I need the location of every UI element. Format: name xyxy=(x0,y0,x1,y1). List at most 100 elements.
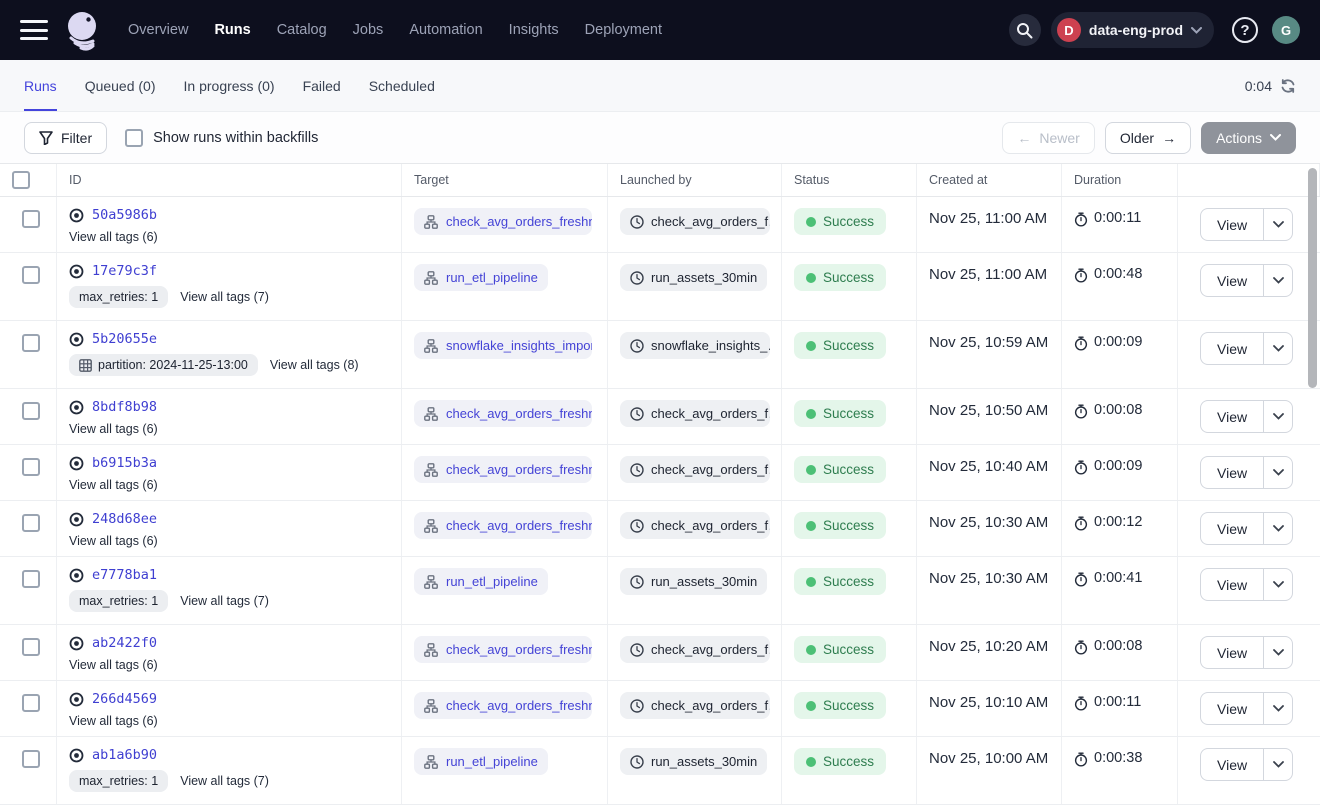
target-pill[interactable]: check_avg_orders_freshne xyxy=(414,208,592,235)
run-id-link[interactable]: ab2422f0 xyxy=(92,635,157,651)
nav-item-overview[interactable]: Overview xyxy=(128,22,188,38)
view-dropdown-button[interactable] xyxy=(1263,264,1293,297)
target-pill[interactable]: run_etl_pipeline xyxy=(414,568,548,595)
launched-by-pill[interactable]: run_assets_30min xyxy=(620,568,767,595)
row-checkbox[interactable] xyxy=(22,570,40,588)
target-pill[interactable]: check_avg_orders_freshne xyxy=(414,456,592,483)
target-pill[interactable]: check_avg_orders_freshne xyxy=(414,636,592,663)
help-icon[interactable]: ? xyxy=(1232,17,1258,43)
view-button[interactable]: View xyxy=(1200,332,1263,365)
view-button[interactable]: View xyxy=(1200,636,1263,669)
row-checkbox[interactable] xyxy=(22,402,40,420)
run-tag-pill[interactable]: max_retries: 1 xyxy=(69,590,168,612)
row-checkbox[interactable] xyxy=(22,750,40,768)
view-all-tags-link[interactable]: View all tags (6) xyxy=(69,478,158,492)
view-button[interactable]: View xyxy=(1200,400,1263,433)
view-dropdown-button[interactable] xyxy=(1263,568,1293,601)
target-pill[interactable]: check_avg_orders_freshne xyxy=(414,692,592,719)
older-button[interactable]: Older → xyxy=(1105,122,1191,154)
tab-in-progress[interactable]: In progress (0) xyxy=(184,60,275,111)
view-button[interactable]: View xyxy=(1200,692,1263,725)
row-checkbox[interactable] xyxy=(22,694,40,712)
row-checkbox[interactable] xyxy=(22,210,40,228)
menu-icon[interactable] xyxy=(20,20,48,40)
target-pill[interactable]: snowflake_insights_import xyxy=(414,332,592,359)
view-dropdown-button[interactable] xyxy=(1263,456,1293,489)
view-all-tags-link[interactable]: View all tags (7) xyxy=(180,290,269,304)
launched-by-pill[interactable]: check_avg_orders_f… xyxy=(620,512,770,539)
newer-button[interactable]: ← Newer xyxy=(1002,122,1094,154)
launched-by-pill[interactable]: check_avg_orders_f… xyxy=(620,208,770,235)
view-all-tags-link[interactable]: View all tags (7) xyxy=(180,774,269,788)
nav-item-runs[interactable]: Runs xyxy=(214,22,250,38)
target-pill[interactable]: check_avg_orders_freshne xyxy=(414,400,592,427)
view-dropdown-button[interactable] xyxy=(1263,748,1293,781)
launched-by-pill[interactable]: run_assets_30min xyxy=(620,748,767,775)
search-button[interactable] xyxy=(1009,14,1041,46)
view-all-tags-link[interactable]: View all tags (6) xyxy=(69,422,158,436)
select-all-checkbox[interactable] xyxy=(12,171,30,189)
view-all-tags-link[interactable]: View all tags (6) xyxy=(69,230,158,244)
launched-by-pill[interactable]: check_avg_orders_f… xyxy=(620,400,770,427)
launched-by-pill[interactable]: run_assets_30min xyxy=(620,264,767,291)
run-id-link[interactable]: b6915b3a xyxy=(92,455,157,471)
target-pill[interactable]: run_etl_pipeline xyxy=(414,264,548,291)
run-id-link[interactable]: ab1a6b90 xyxy=(92,747,157,763)
launched-by-pill[interactable]: snowflake_insights_… xyxy=(620,332,770,359)
nav-item-deployment[interactable]: Deployment xyxy=(585,22,662,38)
nav-item-jobs[interactable]: Jobs xyxy=(353,22,384,38)
launched-by-pill[interactable]: check_avg_orders_f… xyxy=(620,692,770,719)
nav-item-insights[interactable]: Insights xyxy=(509,22,559,38)
dagster-logo-icon[interactable] xyxy=(62,8,106,52)
view-button[interactable]: View xyxy=(1200,748,1263,781)
tab-scheduled[interactable]: Scheduled xyxy=(369,60,435,111)
view-button[interactable]: View xyxy=(1200,456,1263,489)
filter-button[interactable]: Filter xyxy=(24,122,107,154)
backfills-checkbox[interactable] xyxy=(125,129,143,147)
view-all-tags-link[interactable]: View all tags (6) xyxy=(69,714,158,728)
view-button[interactable]: View xyxy=(1200,264,1263,297)
view-all-tags-link[interactable]: View all tags (7) xyxy=(180,594,269,608)
run-tag-pill[interactable]: partition: 2024-11-25-13:00 xyxy=(69,354,258,376)
view-dropdown-button[interactable] xyxy=(1263,636,1293,669)
nav-item-catalog[interactable]: Catalog xyxy=(277,22,327,38)
row-checkbox[interactable] xyxy=(22,334,40,352)
run-tag-pill[interactable]: max_retries: 1 xyxy=(69,286,168,308)
row-checkbox[interactable] xyxy=(22,266,40,284)
target-pill[interactable]: run_etl_pipeline xyxy=(414,748,548,775)
run-id-link[interactable]: 8bdf8b98 xyxy=(92,399,157,415)
tab-queued[interactable]: Queued (0) xyxy=(85,60,156,111)
view-dropdown-button[interactable] xyxy=(1263,208,1293,241)
run-id-link[interactable]: 5b20655e xyxy=(92,331,157,347)
launched-by-pill[interactable]: check_avg_orders_f… xyxy=(620,636,770,663)
run-id-link[interactable]: 17e79c3f xyxy=(92,263,157,279)
view-button[interactable]: View xyxy=(1200,208,1263,241)
run-id-link[interactable]: 248d68ee xyxy=(92,511,157,527)
run-id-link[interactable]: 50a5986b xyxy=(92,207,157,223)
view-dropdown-button[interactable] xyxy=(1263,332,1293,365)
actions-button[interactable]: Actions xyxy=(1201,122,1296,154)
refresh-icon[interactable] xyxy=(1280,78,1296,94)
row-checkbox[interactable] xyxy=(22,514,40,532)
nav-item-automation[interactable]: Automation xyxy=(409,22,482,38)
view-dropdown-button[interactable] xyxy=(1263,400,1293,433)
view-all-tags-link[interactable]: View all tags (6) xyxy=(69,658,158,672)
deployment-switcher[interactable]: D data-eng-prod xyxy=(1051,12,1214,48)
run-tag-pill[interactable]: max_retries: 1 xyxy=(69,770,168,792)
view-button[interactable]: View xyxy=(1200,512,1263,545)
view-all-tags-link[interactable]: View all tags (6) xyxy=(69,534,158,548)
tab-failed[interactable]: Failed xyxy=(303,60,341,111)
view-all-tags-link[interactable]: View all tags (8) xyxy=(270,358,359,372)
view-dropdown-button[interactable] xyxy=(1263,692,1293,725)
row-checkbox[interactable] xyxy=(22,458,40,476)
vertical-scrollbar[interactable] xyxy=(1308,168,1317,388)
row-checkbox[interactable] xyxy=(22,638,40,656)
view-button[interactable]: View xyxy=(1200,568,1263,601)
tab-runs[interactable]: Runs xyxy=(24,60,57,111)
run-id-link[interactable]: 266d4569 xyxy=(92,691,157,707)
launched-by-pill[interactable]: check_avg_orders_f… xyxy=(620,456,770,483)
avatar[interactable]: G xyxy=(1272,16,1300,44)
target-pill[interactable]: check_avg_orders_freshne xyxy=(414,512,592,539)
run-id-link[interactable]: e7778ba1 xyxy=(92,567,157,583)
view-dropdown-button[interactable] xyxy=(1263,512,1293,545)
